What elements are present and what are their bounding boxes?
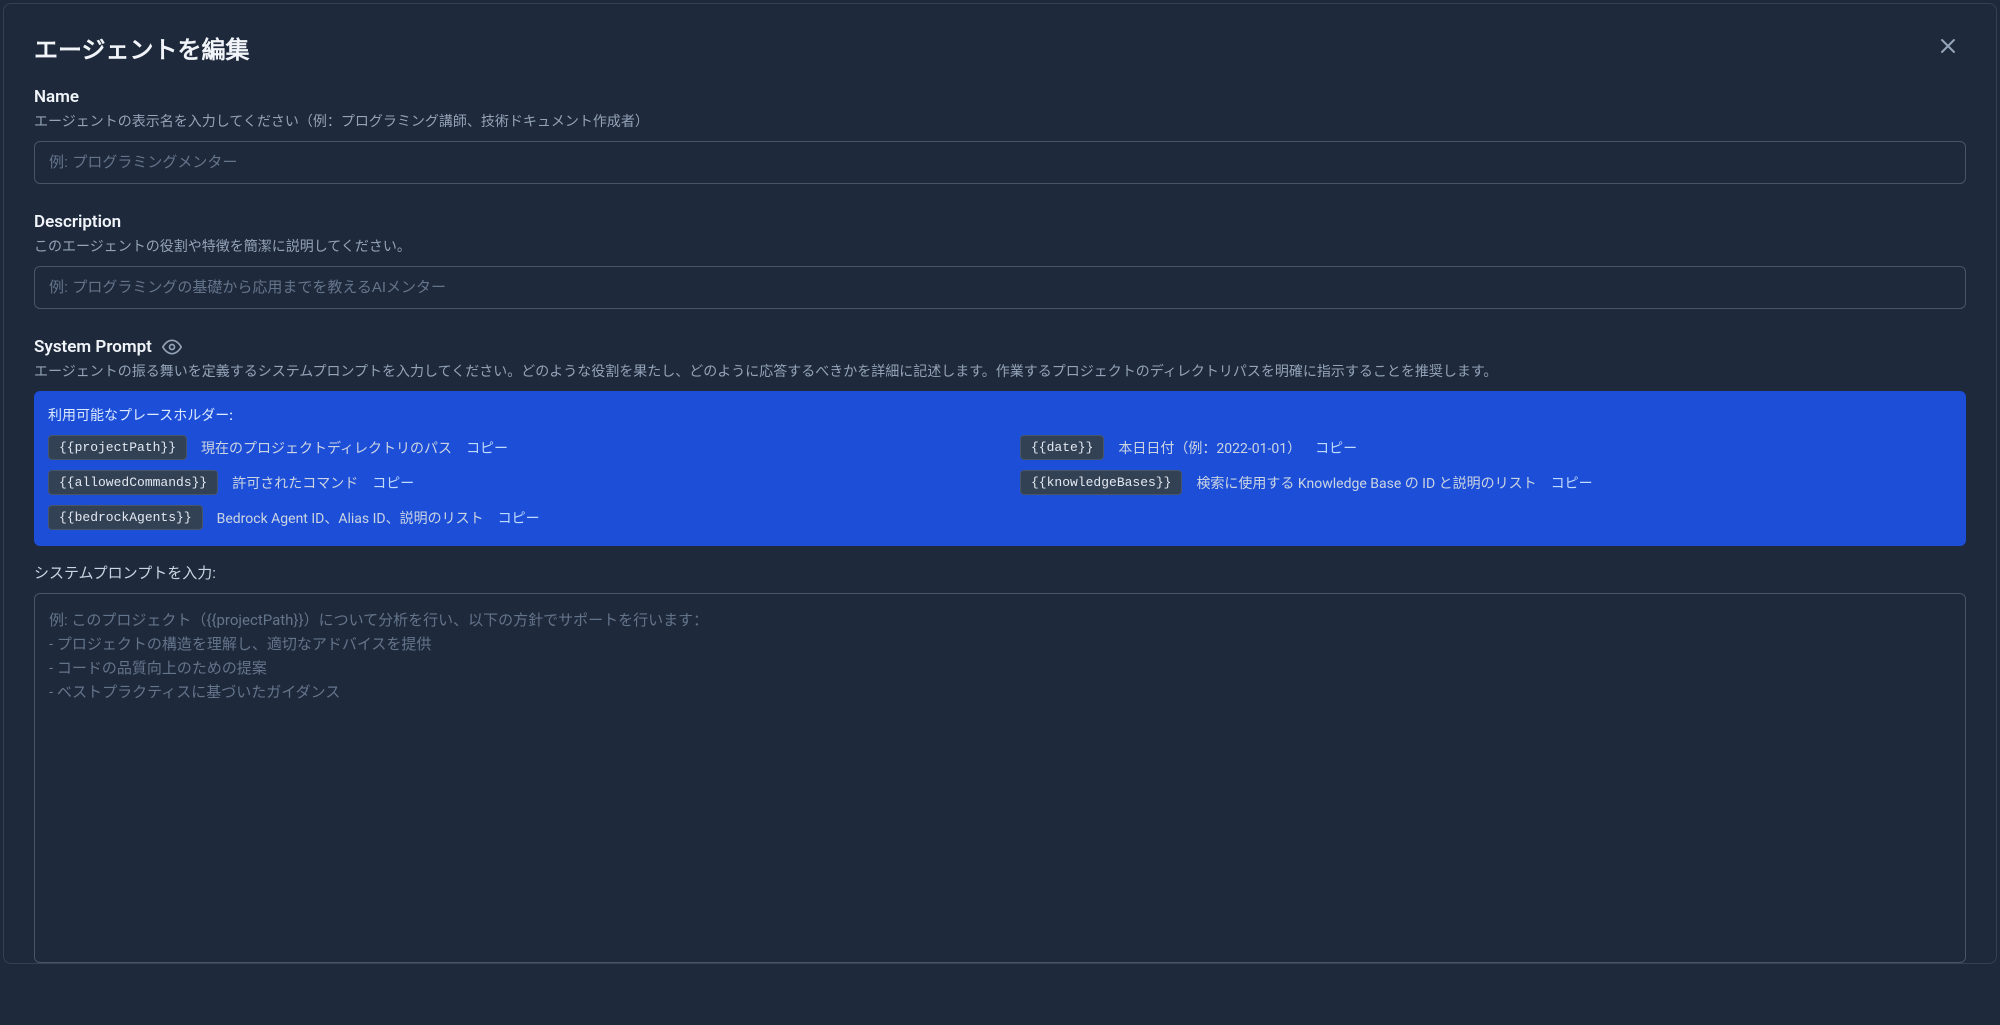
placeholder-item-bedrockagents: {{bedrockAgents}} Bedrock Agent ID、Alias… (48, 505, 1952, 530)
copy-button[interactable]: コピー (372, 473, 414, 493)
system-prompt-textarea[interactable] (34, 593, 1966, 963)
name-hint: エージェントの表示名を入力してください（例：プログラミング講師、技術ドキュメント… (34, 111, 1966, 131)
copy-button[interactable]: コピー (466, 438, 508, 458)
placeholder-desc: 検索に使用する Knowledge Base の ID と説明のリスト (1196, 473, 1536, 493)
placeholder-desc: Bedrock Agent ID、Alias ID、説明のリスト (217, 508, 484, 528)
placeholder-item-projectpath: {{projectPath}} 現在のプロジェクトディレクトリのパス コピー (48, 435, 980, 460)
copy-button[interactable]: コピー (1315, 438, 1357, 458)
placeholder-desc: 現在のプロジェクトディレクトリのパス (201, 438, 452, 458)
system-prompt-input-label: システムプロンプトを入力: (34, 562, 1966, 583)
placeholder-item-date: {{date}} 本日日付（例：2022-01-01） コピー (1020, 435, 1952, 460)
description-field-group: Description このエージェントの役割や特徴を簡潔に説明してください。 (34, 212, 1966, 309)
system-prompt-hint: エージェントの振る舞いを定義するシステムプロンプトを入力してください。どのような… (34, 361, 1966, 381)
placeholder-desc: 本日日付（例：2022-01-01） (1118, 438, 1301, 458)
placeholder-item-allowedcommands: {{allowedCommands}} 許可されたコマンド コピー (48, 470, 980, 495)
copy-button[interactable]: コピー (1551, 473, 1593, 493)
description-label: Description (34, 212, 1966, 232)
close-icon (1936, 34, 1960, 61)
placeholder-item-knowledgebases: {{knowledgeBases}} 検索に使用する Knowledge Bas… (1020, 470, 1952, 495)
name-label: Name (34, 87, 1966, 107)
placeholder-tag: {{allowedCommands}} (48, 470, 218, 495)
visibility-icon[interactable] (162, 337, 182, 357)
placeholder-box: 利用可能なプレースホルダー: {{projectPath}} 現在のプロジェクト… (34, 391, 1966, 546)
modal-body: Name エージェントの表示名を入力してください（例：プログラミング講師、技術ド… (4, 87, 1996, 1025)
placeholder-tag: {{date}} (1020, 435, 1104, 460)
copy-button[interactable]: コピー (498, 508, 540, 528)
name-field-group: Name エージェントの表示名を入力してください（例：プログラミング講師、技術ド… (34, 87, 1966, 184)
placeholder-desc: 許可されたコマンド (232, 473, 358, 493)
placeholder-tag: {{projectPath}} (48, 435, 187, 460)
name-input[interactable] (34, 141, 1966, 184)
edit-agent-modal: エージェントを編集 Name エージェントの表示名を入力してください（例：プログ… (3, 3, 1997, 964)
system-prompt-field-group: System Prompt エージェントの振る舞いを定義するシステムプロンプトを… (34, 337, 1966, 967)
close-button[interactable] (1930, 28, 1966, 67)
description-input[interactable] (34, 266, 1966, 309)
description-hint: このエージェントの役割や特徴を簡潔に説明してください。 (34, 236, 1966, 256)
modal-title: エージェントを編集 (34, 30, 250, 65)
modal-header: エージェントを編集 (4, 4, 1996, 87)
placeholder-tag: {{bedrockAgents}} (48, 505, 203, 530)
system-prompt-label: System Prompt (34, 337, 1966, 357)
system-prompt-label-text: System Prompt (34, 337, 152, 357)
placeholder-box-title: 利用可能なプレースホルダー: (48, 405, 1952, 425)
placeholder-grid: {{projectPath}} 現在のプロジェクトディレクトリのパス コピー {… (48, 435, 1952, 530)
placeholder-tag: {{knowledgeBases}} (1020, 470, 1182, 495)
